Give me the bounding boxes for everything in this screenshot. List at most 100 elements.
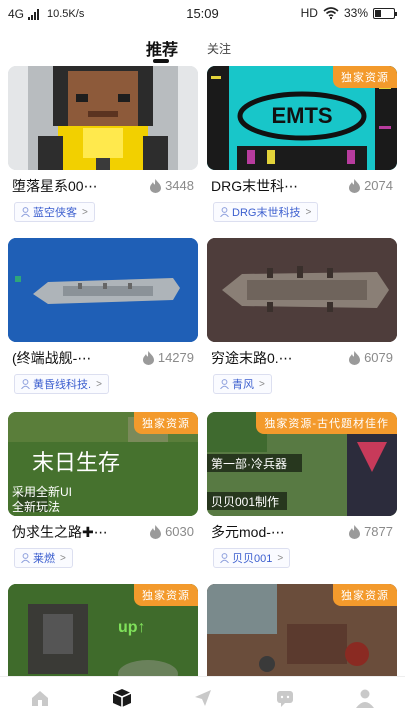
profile-icon: [356, 689, 374, 708]
mod-title[interactable]: 多元mod-⋯: [211, 522, 323, 542]
tab-recommend[interactable]: 推荐: [146, 36, 178, 60]
maker-text: 贝贝001制作: [211, 495, 279, 509]
nav-messages[interactable]: [272, 685, 298, 711]
person-icon: [21, 207, 30, 217]
pixel-soldier-image: [8, 66, 198, 170]
mod-card[interactable]: 穷途末路0.⋯ 6079 青风 >: [207, 238, 397, 394]
send-icon: [195, 690, 211, 706]
exclusive-badge: 独家资源: [333, 584, 397, 606]
flame-icon: [150, 178, 162, 193]
box-icon: [112, 689, 132, 707]
nav-resources[interactable]: [109, 685, 135, 711]
status-right: HD 33%: [300, 6, 397, 20]
end-day-text: 末日生存: [32, 450, 120, 475]
chevron-right-icon: >: [82, 206, 88, 218]
tab-follow[interactable]: 关注: [207, 40, 231, 57]
new-ui-text: 采用全新UI: [12, 484, 72, 499]
emts-text: EMTS: [271, 103, 332, 128]
author-name: 青风: [232, 379, 254, 391]
mod-title[interactable]: 堕落星系00⋯: [12, 176, 124, 196]
author-tag[interactable]: 蓝空侠客 >: [14, 202, 95, 222]
person-icon: [220, 553, 229, 563]
battleship-image: [207, 238, 397, 342]
mod-thumbnail[interactable]: [8, 238, 198, 342]
heat-count: 7877: [349, 524, 393, 539]
carrier-ship-image: [8, 238, 198, 342]
heat-count: 2074: [349, 178, 393, 193]
chevron-right-icon: >: [277, 552, 284, 564]
flame-icon: [349, 178, 361, 193]
heat-value: 2074: [364, 178, 393, 193]
mod-thumbnail[interactable]: 独家资源: [207, 584, 397, 676]
chat-icon: [277, 691, 293, 707]
author-name: 贝贝001: [232, 553, 273, 565]
person-icon: [21, 553, 30, 563]
author-name: 莱燃: [33, 553, 55, 565]
heat-count: 3448: [150, 178, 194, 193]
mod-thumbnail[interactable]: 第一部·冷兵器 贝贝001制作 独家资源-古代题材佳作: [207, 412, 397, 516]
author-tag[interactable]: 贝贝001 >: [213, 548, 291, 568]
bottom-nav: [0, 676, 405, 720]
up-text: up↑: [118, 619, 146, 636]
flame-icon: [349, 350, 361, 365]
heat-value: 6079: [364, 350, 393, 365]
top-tabs: 推荐 关注: [0, 32, 405, 64]
new-play-text: 全新玩法: [12, 499, 60, 514]
nav-home[interactable]: [27, 685, 53, 711]
heat-value: 6030: [165, 524, 194, 539]
author-name: 蓝空侠客: [33, 207, 77, 219]
mod-title[interactable]: (终端战舰-⋯: [12, 348, 124, 368]
nav-profile[interactable]: [352, 685, 378, 711]
battery-percent: 33%: [343, 6, 368, 20]
battery-fill: [375, 9, 381, 17]
author-name: DRG末世科技: [232, 207, 301, 219]
tab-active-indicator: [153, 59, 169, 63]
nav-publish[interactable]: [190, 685, 216, 711]
person-icon: [21, 379, 30, 389]
mod-thumbnail[interactable]: EMTS 独家资源: [207, 66, 397, 170]
chevron-right-icon: >: [96, 378, 102, 390]
flame-icon: [142, 350, 154, 365]
person-icon: [220, 207, 229, 217]
part1-text: 第一部·冷兵器: [211, 456, 287, 471]
chevron-right-icon: >: [259, 378, 265, 390]
author-tag[interactable]: 莱燃 >: [14, 548, 73, 568]
heat-value: 14279: [157, 350, 194, 365]
exclusive-badge: 独家资源: [333, 66, 397, 88]
mod-thumbnail[interactable]: [8, 66, 198, 170]
person-icon: [220, 379, 229, 389]
mod-card[interactable]: 末日生存 采用全新UI 全新玩法 独家资源 伪求生之路✚⋯ 6030 莱燃 >: [8, 412, 198, 568]
status-bar: 4G 10.5K/s 15:09 HD 33%: [0, 0, 405, 28]
mod-card[interactable]: up↑ 独家资源: [8, 584, 198, 676]
mod-card[interactable]: EMTS 独家资源 DRG末世科⋯ 2074 DRG末世科技 >: [207, 66, 397, 222]
mod-title[interactable]: 穷途末路0.⋯: [211, 348, 323, 368]
feed-grid: 堕落星系00⋯ 3448 蓝空侠客 > EMTS 独家资源 DRG末世科⋯ 20…: [0, 66, 405, 676]
author-tag[interactable]: 黄昏线科技. >: [14, 374, 109, 394]
exclusive-badge: 独家资源: [134, 584, 198, 606]
mod-card[interactable]: (终端战舰-⋯ 14279 黄昏线科技. >: [8, 238, 198, 394]
mod-title[interactable]: DRG末世科⋯: [211, 176, 323, 196]
mod-thumbnail[interactable]: 末日生存 采用全新UI 全新玩法 独家资源: [8, 412, 198, 516]
heat-count: 6030: [150, 524, 194, 539]
mod-card[interactable]: 第一部·冷兵器 贝贝001制作 独家资源-古代题材佳作 多元mod-⋯ 7877…: [207, 412, 397, 568]
mod-title[interactable]: 伪求生之路✚⋯: [12, 522, 124, 542]
battery-icon: [373, 7, 397, 19]
flame-icon: [349, 524, 361, 539]
chevron-right-icon: >: [305, 206, 312, 218]
exclusive-badge: 独家资源: [134, 412, 198, 434]
exclusive-badge: 独家资源-古代题材佳作: [256, 412, 397, 434]
hd-label: HD: [300, 6, 318, 20]
heat-value: 7877: [364, 524, 393, 539]
mod-thumbnail[interactable]: [207, 238, 397, 342]
heat-count: 14279: [142, 350, 194, 365]
flame-icon: [150, 524, 162, 539]
chevron-right-icon: >: [60, 552, 66, 564]
author-tag[interactable]: DRG末世科技 >: [213, 202, 319, 222]
heat-value: 3448: [165, 178, 194, 193]
home-icon: [32, 691, 48, 706]
mod-card[interactable]: 堕落星系00⋯ 3448 蓝空侠客 >: [8, 66, 198, 222]
mod-card[interactable]: 独家资源: [207, 584, 397, 676]
author-tag[interactable]: 青风 >: [213, 374, 272, 394]
author-name: 黄昏线科技.: [33, 379, 92, 391]
mod-thumbnail[interactable]: up↑ 独家资源: [8, 584, 198, 676]
